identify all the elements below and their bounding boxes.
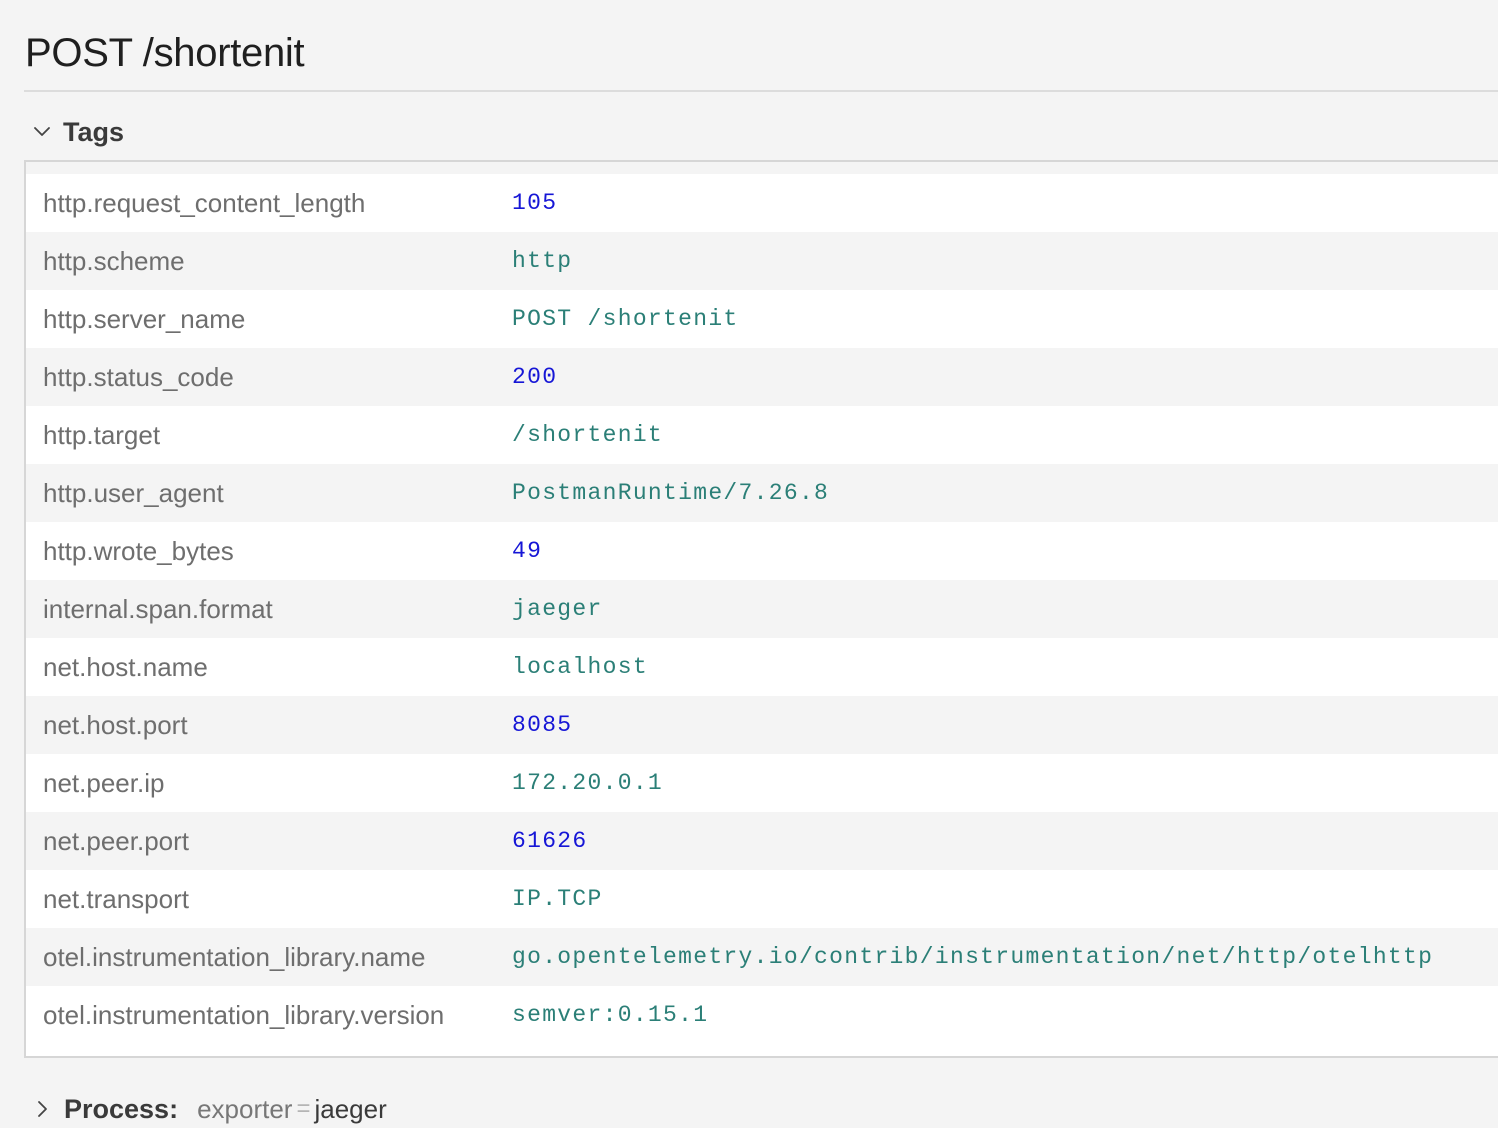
tag-key: net.transport: [43, 883, 189, 914]
tag-row[interactable]: internal.span.format jaeger: [26, 580, 1498, 638]
tag-value: POST /shortenit: [512, 306, 739, 332]
process-section-toggle[interactable]: Process: exporter = jaeger: [30, 1088, 387, 1128]
tag-key: http.wrote_bytes: [43, 535, 234, 566]
tag-row[interactable]: http.request_content_length 105: [26, 174, 1498, 232]
tag-value: 200: [512, 364, 558, 390]
page-title: POST /shortenit: [25, 31, 305, 75]
tag-row[interactable]: http.status_code 200: [26, 348, 1498, 406]
chevron-down-icon: [34, 127, 50, 136]
tag-value: 105: [512, 190, 558, 216]
tag-row[interactable]: net.host.port 8085: [26, 696, 1498, 754]
tag-key: net.peer.port: [43, 825, 189, 856]
tag-key: http.user_agent: [43, 477, 224, 508]
tag-value: go.opentelemetry.io/contrib/instrumentat…: [512, 944, 1434, 970]
tag-value: semver:0.15.1: [512, 1002, 709, 1028]
tag-row[interactable]: http.wrote_bytes 49: [26, 522, 1498, 580]
tag-row[interactable]: otel.instrumentation_library.name go.open…: [26, 928, 1498, 986]
tag-value: 8085: [512, 712, 573, 738]
title-divider: [24, 90, 1498, 92]
tag-key: otel.instrumentation_library.version: [43, 999, 445, 1030]
tags-section-toggle[interactable]: Tags: [30, 110, 124, 154]
process-tag-key: exporter: [197, 1093, 293, 1124]
tag-value: IP.TCP: [512, 886, 603, 912]
tag-value: 49: [512, 538, 543, 564]
tag-row[interactable]: http.scheme http: [26, 232, 1498, 290]
tag-key: http.server_name: [43, 303, 246, 334]
span-detail-page: POST /shortenit Tags http.read_bytes105h…: [0, 0, 1498, 1128]
tag-value: http: [512, 248, 573, 274]
tag-row[interactable]: http.server_name POST /shortenit: [26, 290, 1498, 348]
tags-rows: http.read_bytes105http.request_content_l…: [26, 160, 1498, 1044]
tag-value: /shortenit: [512, 422, 664, 448]
tag-key: http.status_code: [43, 361, 234, 392]
tag-key: http.scheme: [43, 245, 185, 276]
tag-value: localhost: [512, 654, 648, 680]
tag-row[interactable]: http.user_agent PostmanRuntime/7.26.8: [26, 464, 1498, 522]
tag-value: jaeger: [512, 596, 603, 622]
process-section-title: Process:: [64, 1093, 179, 1124]
tags-section-title: Tags: [63, 116, 125, 147]
tag-key: internal.span.format: [43, 593, 273, 624]
tag-key: http.request_content_length: [43, 187, 366, 218]
tag-row[interactable]: otel.instrumentation_library.version semv…: [26, 986, 1498, 1044]
tag-key: net.host.name: [43, 651, 208, 682]
tag-row[interactable]: http.read_bytes105: [26, 160, 1498, 174]
tag-value: 172.20.0.1: [512, 770, 664, 796]
process-tag-value: jaeger: [314, 1093, 387, 1124]
process-tag-equals: =: [296, 1095, 311, 1122]
tags-table[interactable]: http.read_bytes105http.request_content_l…: [24, 160, 1498, 1058]
tag-key: net.peer.ip: [43, 767, 165, 798]
tag-row[interactable]: net.host.name localhost: [26, 638, 1498, 696]
tag-key: http.target: [43, 419, 161, 450]
tag-value: 61626: [512, 828, 588, 854]
tag-row[interactable]: net.peer.port 61626: [26, 812, 1498, 870]
tag-key: net.host.port: [43, 709, 188, 740]
tag-key: otel.instrumentation_library.name: [43, 941, 426, 972]
chevron-right-icon: [38, 1101, 47, 1117]
tag-row[interactable]: net.peer.ip 172.20.0.1: [26, 754, 1498, 812]
tag-row[interactable]: net.transport IP.TCP: [26, 870, 1498, 928]
tag-row[interactable]: http.target/shortenit: [26, 406, 1498, 464]
tag-value: PostmanRuntime/7.26.8: [512, 480, 830, 506]
tag-key: http.read_bytes: [26, 160, 512, 161]
